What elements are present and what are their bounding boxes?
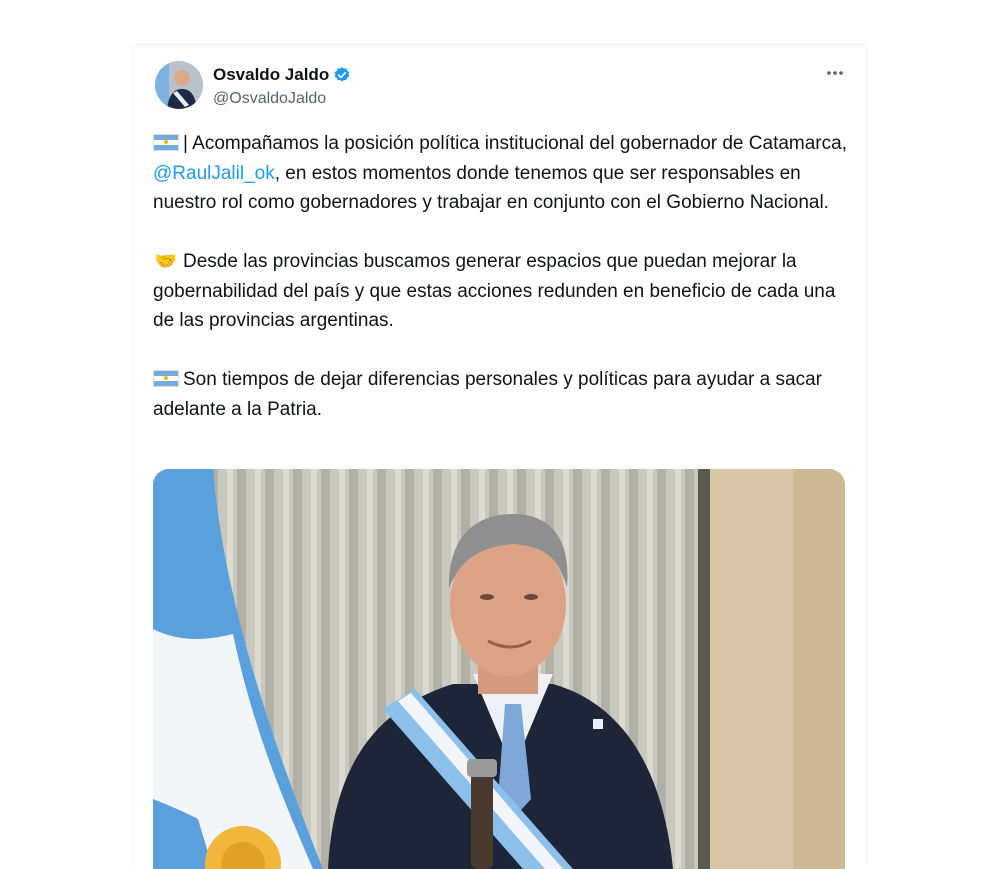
avatar[interactable] [155, 61, 203, 109]
verified-badge-icon [333, 66, 351, 84]
photo-governor-with-sash [153, 469, 845, 869]
argentina-flag-icon [153, 134, 179, 151]
tweet-photo[interactable] [153, 469, 845, 869]
paragraph-1-prefix: | Acompañamos la posición política insti… [183, 133, 847, 154]
argentina-flag-icon [153, 370, 179, 387]
paragraph-2-text: Desde las provincias buscamos generar es… [153, 251, 836, 331]
handshake-icon: 🤝 [154, 251, 178, 271]
avatar-image [155, 61, 203, 109]
author-name[interactable]: Osvaldo Jaldo [213, 65, 329, 85]
tweet-card: Osvaldo Jaldo @OsvaldoJaldo | Acompañamo… [132, 44, 867, 869]
tweet-paragraph-3: Son tiempos de dejar diferencias persona… [153, 365, 853, 424]
author-row: Osvaldo Jaldo [213, 65, 351, 85]
mention-link[interactable]: @RaulJalil_ok [153, 163, 275, 184]
more-options-icon[interactable] [824, 63, 846, 83]
author-handle[interactable]: @OsvaldoJaldo [213, 90, 326, 108]
tweet-paragraph-1: | Acompañamos la posición política insti… [153, 129, 853, 218]
tweet-body: | Acompañamos la posición política insti… [153, 129, 853, 454]
paragraph-3-text: Son tiempos de dejar diferencias persona… [153, 369, 822, 420]
tweet-paragraph-2: 🤝 Desde las provincias buscamos generar e… [153, 247, 853, 336]
